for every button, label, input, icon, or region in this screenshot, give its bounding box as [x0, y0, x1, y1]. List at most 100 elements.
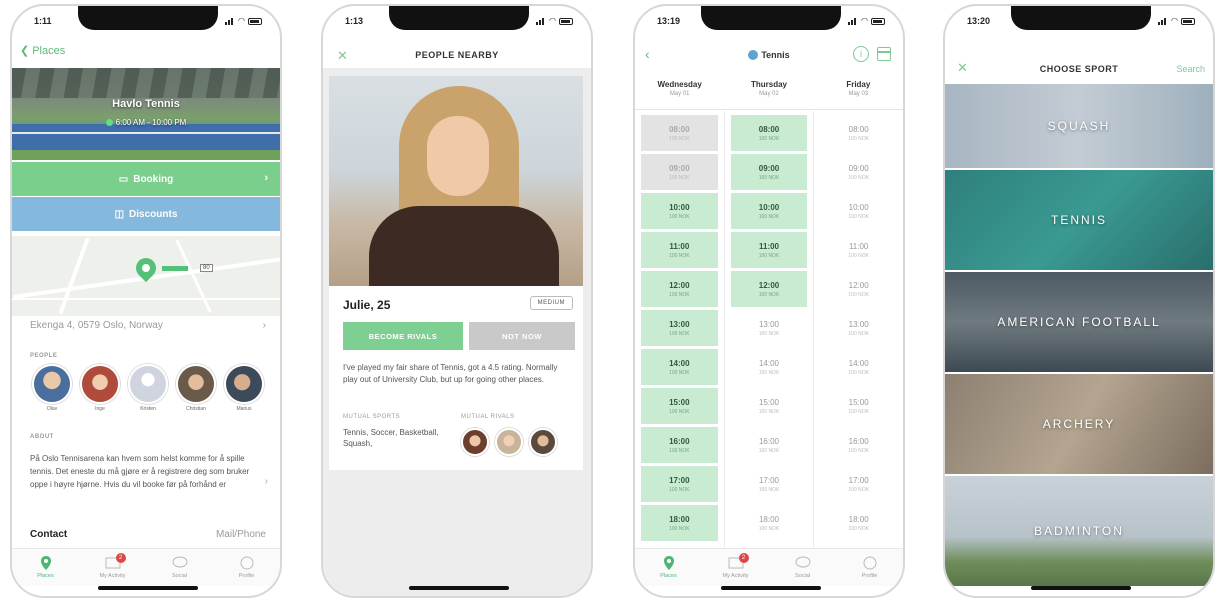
sport-tile-badminton[interactable]: BADMINTON [945, 476, 1213, 586]
rival-avatar[interactable] [529, 428, 557, 456]
back-button[interactable]: ❮ Places [20, 44, 66, 58]
slot-time: 08:00 [848, 124, 869, 134]
slot-price: 100 NOK [758, 369, 780, 376]
tab-profile[interactable]: Profile [845, 555, 895, 579]
slot-price: 100 NOK [848, 135, 869, 142]
person-avatar[interactable]: Marius [224, 364, 264, 412]
venue-name: Havlo Tennis [112, 98, 180, 110]
address-row[interactable]: Ekenga 4, 0579 Oslo, Norway › [30, 320, 266, 331]
address-text: Ekenga 4, 0579 Oslo, Norway [30, 320, 163, 331]
sport-tile-archery[interactable]: ARCHERY [945, 374, 1213, 474]
location-map[interactable]: 80 [12, 236, 280, 316]
slot-price: 100 NOK [758, 525, 780, 532]
mutual-sports-label: MUTUAL SPORTS [343, 414, 401, 420]
tab-places[interactable]: Places [21, 555, 71, 579]
not-now-button[interactable]: NOT NOW [469, 322, 575, 350]
mutual-sports-list: Tennis, Soccer, Basketball, Squash, [343, 428, 439, 448]
discounts-button[interactable]: ◫ Discounts [12, 197, 280, 231]
time-slot[interactable]: 15:00 100 NOK [641, 388, 718, 424]
time-slot[interactable]: 11:00 100 NOK [641, 232, 718, 268]
back-label: Places [32, 44, 66, 57]
chevron-right-icon[interactable]: › [265, 476, 268, 487]
day-column: 08:00 100 NOK 09:00 100 NOK 10:00 100 NOK 11:0… [814, 111, 903, 550]
time-slot[interactable]: 13:00 100 NOK [730, 310, 808, 346]
time-slot[interactable]: 18:00 100 NOK [730, 505, 808, 541]
booking-icon: ▭ [118, 173, 129, 185]
slot-time: 15:00 [758, 397, 780, 407]
time-slot[interactable]: 14:00 100 NOK [730, 349, 808, 385]
time-slot[interactable]: 17:00 100 NOK [820, 466, 898, 502]
profile-icon [862, 555, 878, 571]
wifi-icon: ◠ [238, 16, 245, 25]
slot-time: 09:00 [758, 163, 780, 173]
time-slot[interactable]: 18:00 100 NOK [641, 505, 718, 541]
time-slot[interactable]: 08:00 100 NOK [820, 115, 898, 151]
time-slot[interactable]: 09:00 100 NOK [641, 154, 718, 190]
time-slot[interactable]: 15:00 100 NOK [730, 388, 808, 424]
time-slot[interactable]: 12:00 100 NOK [641, 271, 718, 307]
mutual-rivals-list [461, 428, 557, 456]
slot-price: 100 NOK [669, 213, 690, 220]
time-slot[interactable]: 09:00 100 NOK [820, 154, 898, 190]
person-avatar[interactable]: Christian [176, 364, 216, 412]
slot-time: 15:00 [848, 397, 869, 407]
search-button[interactable]: Search [1176, 64, 1205, 74]
time-slot[interactable]: 08:00 100 NOK [641, 115, 718, 151]
time-slot[interactable]: 17:00 100 NOK [730, 466, 808, 502]
profile-photo [329, 76, 583, 286]
calendar-icon[interactable] [877, 47, 891, 61]
time-slot[interactable]: 16:00 100 NOK [730, 427, 808, 463]
time-slot[interactable]: 16:00 100 NOK [820, 427, 898, 463]
rival-avatar[interactable] [495, 428, 523, 456]
home-indicator [409, 586, 509, 590]
tab-social[interactable]: Social [155, 555, 205, 579]
notification-badge: 2 [115, 553, 126, 563]
time-slot[interactable]: 14:00 100 NOK [641, 349, 718, 385]
rival-avatar[interactable] [461, 428, 489, 456]
sport-tile-squash[interactable]: SQUASH [945, 84, 1213, 168]
time-slot[interactable]: 13:00 100 NOK [820, 310, 898, 346]
time-slot[interactable]: 10:00 100 NOK [820, 193, 898, 229]
tab-my-activity[interactable]: 2 My Activity [88, 553, 138, 579]
tab-places[interactable]: Places [644, 555, 694, 579]
time-slot[interactable]: 09:00 100 NOK [730, 154, 808, 190]
become-rivals-button[interactable]: BECOME RIVALS [343, 322, 463, 350]
slot-price: 100 NOK [758, 135, 780, 142]
tab-social[interactable]: Social [778, 555, 828, 579]
slot-price: 100 NOK [848, 330, 869, 337]
tab-my-activity[interactable]: 2 My Activity [711, 553, 761, 579]
time-slot[interactable]: 10:00 100 NOK [641, 193, 718, 229]
time-slot[interactable]: 17:00 100 NOK [641, 466, 718, 502]
slot-time: 14:00 [669, 358, 690, 368]
contact-row[interactable]: Contact Mail/Phone [30, 529, 266, 540]
info-icon[interactable]: i [853, 46, 869, 62]
time-slot[interactable]: 15:00 100 NOK [820, 388, 898, 424]
booking-button[interactable]: ▭ Booking › [12, 162, 280, 196]
slot-time: 12:00 [758, 280, 780, 290]
skill-level-badge: MEDIUM [529, 296, 573, 310]
person-avatar[interactable]: Inge [80, 364, 120, 412]
time-slot[interactable]: 12:00 100 NOK [820, 271, 898, 307]
slot-price: 100 NOK [669, 330, 690, 337]
signal-icon [536, 17, 546, 25]
time-slot[interactable]: 18:00 100 NOK [820, 505, 898, 541]
time-slot[interactable]: 14:00 100 NOK [820, 349, 898, 385]
slot-time: 17:00 [848, 475, 869, 485]
slot-price: 100 NOK [669, 486, 690, 493]
tennis-ball-icon [748, 50, 759, 60]
slot-time: 16:00 [669, 436, 690, 446]
wifi-icon: ◠ [861, 16, 868, 25]
time-slot[interactable]: 11:00 100 NOK [820, 232, 898, 268]
time-slot[interactable]: 13:00 100 NOK [641, 310, 718, 346]
person-avatar[interactable]: Olav [32, 364, 72, 412]
sport-tile-tennis[interactable]: TENNIS [945, 170, 1213, 270]
time-slot[interactable]: 12:00 100 NOK [730, 271, 808, 307]
person-bio: I've played my fair share of Tennis, got… [343, 363, 558, 384]
time-slot[interactable]: 10:00 100 NOK [730, 193, 808, 229]
time-slot[interactable]: 16:00 100 NOK [641, 427, 718, 463]
tab-profile[interactable]: Profile [222, 555, 272, 579]
time-slot[interactable]: 11:00 100 NOK [730, 232, 808, 268]
person-avatar[interactable]: Kristen [128, 364, 168, 412]
time-slot[interactable]: 08:00 100 NOK [730, 115, 808, 151]
sport-tile-american-football[interactable]: AMERICAN FOOTBALL [945, 272, 1213, 372]
